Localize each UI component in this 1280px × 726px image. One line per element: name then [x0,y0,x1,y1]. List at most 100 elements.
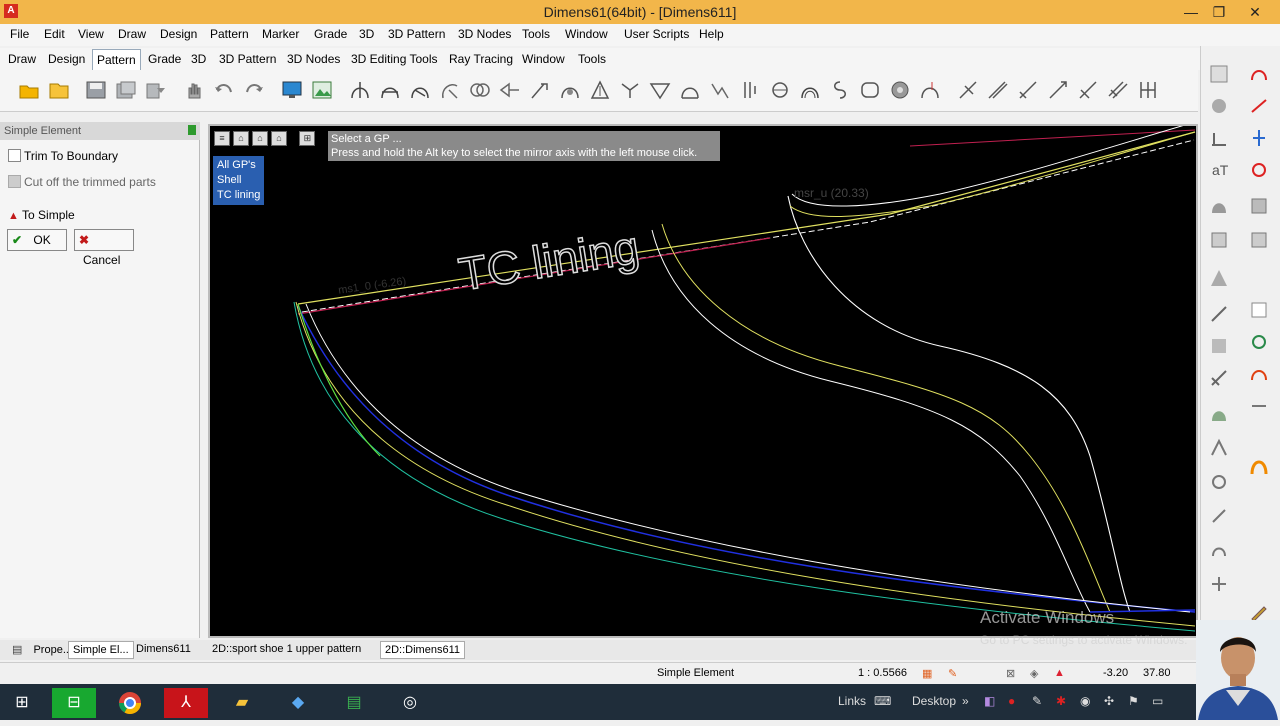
menu-3d-pattern[interactable]: 3D Pattern [388,27,445,41]
gp-icon-3[interactable]: ⌂ [271,131,287,146]
links-toolbar[interactable]: Links [838,694,866,708]
pin-icon[interactable] [188,125,196,135]
menu-design[interactable]: Design [160,27,197,41]
gp-item-all[interactable]: All GP's [217,158,260,173]
gp-icon-2[interactable]: ⌂ [252,131,268,146]
status-tool-icon-2[interactable]: ✎ [948,667,957,680]
menu-grade[interactable]: Grade [314,27,347,41]
monitor-icon[interactable] [281,80,303,100]
store-icon[interactable]: ⊟ [52,688,96,718]
tab-tools[interactable]: Tools [576,52,608,66]
pattern-tool-21-icon[interactable] [957,80,979,100]
tray-icon-4[interactable]: ✱ [1056,694,1066,708]
menu-edit[interactable]: Edit [44,27,65,41]
pattern-tool-19-icon[interactable] [889,80,911,100]
pattern-tool-27-icon[interactable] [1137,80,1159,100]
pattern-tool-8-icon[interactable] [559,80,581,100]
pattern-tool-15-icon[interactable] [769,80,791,100]
app-shield-icon[interactable]: ◆ [276,688,320,718]
undo-icon[interactable] [213,80,235,100]
pattern-tool-22-icon[interactable] [987,80,1009,100]
menu-view[interactable]: View [78,27,104,41]
select-icon[interactable] [1209,64,1229,84]
menu-3d[interactable]: 3D [359,27,374,41]
tool-r15-icon[interactable] [1209,336,1229,356]
export-icon[interactable] [145,80,167,100]
tool-r14-icon[interactable] [1249,332,1269,352]
pattern-tool-18-icon[interactable] [859,80,881,100]
windows-start-icon[interactable]: ⊞ [0,688,44,718]
pencil-icon[interactable] [1249,602,1269,622]
menu-tools[interactable]: Tools [522,27,550,41]
cancel-button[interactable]: ✖ Cancel [74,229,134,267]
pattern-tool-6-icon[interactable] [499,80,521,100]
pattern-tool-13-icon[interactable] [709,80,731,100]
pattern-tool-14-icon[interactable] [739,80,761,100]
tray-icon-3[interactable]: ✎ [1032,694,1042,708]
tool-r22-icon[interactable] [1209,472,1229,492]
pattern-tool-7-icon[interactable] [529,80,551,100]
pattern-tool-3-icon[interactable] [409,80,431,100]
tab-pattern[interactable]: Pattern [92,49,141,70]
acrobat-icon[interactable]: ⅄ [164,688,208,718]
desktop-toolbar[interactable]: Desktop [912,694,956,708]
menu-pattern[interactable]: Pattern [210,27,249,41]
tool-r24-icon[interactable] [1209,540,1229,560]
tray-icon-8[interactable]: ▭ [1152,694,1163,708]
tool-r1-icon[interactable] [1209,96,1229,116]
trim-to-boundary-checkbox[interactable]: Trim To Boundary [8,149,118,163]
pattern-tool-5-icon[interactable] [469,80,491,100]
gp-item-tc-lining[interactable]: TC lining [217,188,260,203]
grid-icon[interactable]: ⊞ [299,131,316,146]
pattern-tool-1-icon[interactable] [349,80,371,100]
save-all-icon[interactable] [115,80,137,100]
tab-simple-element[interactable]: Simple El... [68,641,134,659]
tab-dimens611[interactable]: Dimens611 [132,643,195,655]
pattern-tool-2-icon[interactable] [379,80,401,100]
tool-r13-icon[interactable] [1209,304,1229,324]
tool-r25-icon[interactable] [1209,574,1229,594]
tab-3d-pattern[interactable]: 3D Pattern [217,52,278,66]
pattern-tool-16-icon[interactable] [799,80,821,100]
tab-sport-shoe-pattern[interactable]: 2D::sport shoe 1 upper pattern [208,643,365,655]
hand-icon[interactable] [183,80,205,100]
tray-icon-5[interactable]: ◉ [1080,694,1090,708]
text-tool-icon[interactable]: aT [1209,160,1229,180]
checkbox-box-disabled[interactable] [8,175,21,188]
status-tool-icon-3[interactable]: ⊠ [1006,667,1015,680]
tool-r6-icon[interactable] [1249,160,1269,180]
keyboard-icon[interactable]: ⌨ [874,694,891,708]
folder-icon[interactable] [48,80,70,100]
pattern-tool-17-icon[interactable] [829,80,851,100]
tool-r10-icon[interactable] [1249,230,1269,250]
tool-r3-icon[interactable] [1209,128,1229,148]
open-folder-icon[interactable] [18,80,40,100]
chrome-icon[interactable] [108,688,152,718]
tab-3d[interactable]: 3D [189,52,208,66]
tool-r16-icon[interactable] [1249,364,1269,384]
menu-3d-nodes[interactable]: 3D Nodes [458,27,511,41]
tray-icon-6[interactable]: ✣ [1104,694,1114,708]
menu-window[interactable]: Window [565,27,608,41]
tool-r4-icon[interactable] [1249,128,1269,148]
orange-curve-icon[interactable] [1249,456,1269,476]
gp-icon-1[interactable]: ⌂ [233,131,249,146]
tool-r8-icon[interactable] [1249,196,1269,216]
drawing-canvas[interactable]: ≡ ⌂ ⌂ ⌂ ⊞ All GP's Shell TC lining Select a… [208,124,1198,638]
tab-draw[interactable]: Draw [6,52,38,66]
tool-r21-icon[interactable] [1209,438,1229,458]
pattern-tool-25-icon[interactable] [1077,80,1099,100]
tab-3d-editing-tools[interactable]: 3D Editing Tools [349,52,440,66]
list-icon[interactable]: ≡ [214,131,230,146]
expand-arrows-icon[interactable]: » [962,694,969,708]
tab-2d-dimens611[interactable]: 2D::Dimens611 [380,641,465,659]
tool-r17-icon[interactable] [1209,368,1229,388]
gp-item-shell[interactable]: Shell [217,173,260,188]
tool-r12-icon[interactable] [1249,300,1269,320]
tool-r18-icon[interactable] [1249,396,1269,416]
checkbox-box[interactable] [8,149,21,162]
tab-design[interactable]: Design [46,52,87,66]
app-graph-icon[interactable]: ▤ [332,688,376,718]
ok-button[interactable]: ✔ OK [7,229,67,251]
pattern-tool-24-icon[interactable] [1047,80,1069,100]
